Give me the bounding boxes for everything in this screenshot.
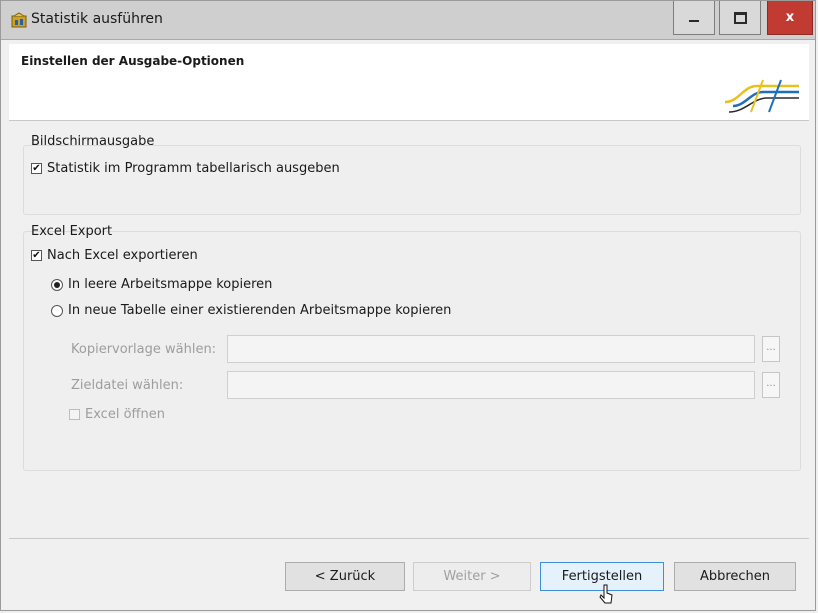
minimize-icon: [689, 19, 699, 22]
target-path-input[interactable]: [227, 371, 755, 399]
export-excel-checkbox[interactable]: ✔ Nach Excel exportieren: [31, 248, 198, 263]
radio-empty-workbook[interactable]: In leere Arbeitsmappe kopieren: [51, 277, 272, 292]
export-excel-checkbox-label: Nach Excel exportieren: [47, 248, 198, 263]
back-button[interactable]: < Zurück: [285, 562, 405, 591]
wizard-header: Einstellen der Ausgabe-Optionen: [9, 44, 809, 121]
template-label: Kopiervorlage wählen:: [71, 342, 217, 357]
minimize-button[interactable]: [673, 1, 715, 35]
close-button[interactable]: x: [767, 1, 813, 35]
table-output-checkbox[interactable]: ✔ Statistik im Programm tabellarisch aus…: [31, 161, 340, 176]
export-excel-checkbox-box[interactable]: ✔: [31, 250, 42, 261]
window-title: Statistik ausführen: [31, 11, 163, 27]
template-browse-button[interactable]: ...: [762, 336, 780, 362]
cancel-button[interactable]: Abbrechen: [674, 562, 796, 591]
radio-existing-workbook-circle[interactable]: [51, 304, 63, 317]
next-button[interactable]: Weiter >: [413, 562, 531, 591]
open-excel-checkbox[interactable]: Excel öffnen: [69, 407, 165, 422]
app-icon: [11, 12, 27, 28]
page-title: Einstellen der Ausgabe-Optionen: [21, 54, 245, 68]
target-browse-button[interactable]: ...: [762, 372, 780, 398]
open-excel-checkbox-box[interactable]: [69, 409, 80, 420]
radio-selected-dot: [54, 281, 60, 288]
radio-empty-workbook-label: In leere Arbeitsmappe kopieren: [68, 277, 273, 292]
radio-existing-workbook-label: In neue Tabelle einer existierenden Arbe…: [68, 303, 452, 318]
radio-existing-workbook[interactable]: In neue Tabelle einer existierenden Arbe…: [51, 303, 451, 318]
brand-logo-icon: [724, 79, 799, 113]
table-output-checkbox-label: Statistik im Programm tabellarisch ausge…: [47, 161, 340, 176]
title-bar[interactable]: Statistik ausführen x: [1, 1, 815, 40]
template-path-input[interactable]: [227, 335, 755, 363]
close-icon: x: [785, 10, 795, 25]
maximize-icon: [733, 11, 747, 24]
screen-output-group-label: Bildschirmausgabe: [31, 134, 155, 149]
target-label: Zieldatei wählen:: [71, 378, 184, 393]
maximize-button[interactable]: [719, 1, 761, 35]
mouse-cursor-icon: [599, 584, 613, 604]
open-excel-checkbox-label: Excel öffnen: [85, 407, 165, 422]
excel-export-group-label: Excel Export: [31, 224, 113, 239]
dialog-window: Statistik ausführen x Einstellen der Aus…: [0, 0, 816, 611]
radio-empty-workbook-circle[interactable]: [51, 278, 63, 291]
table-output-checkbox-box[interactable]: ✔: [31, 163, 42, 174]
footer-separator: [9, 538, 809, 539]
screen-output-group: [23, 145, 801, 215]
